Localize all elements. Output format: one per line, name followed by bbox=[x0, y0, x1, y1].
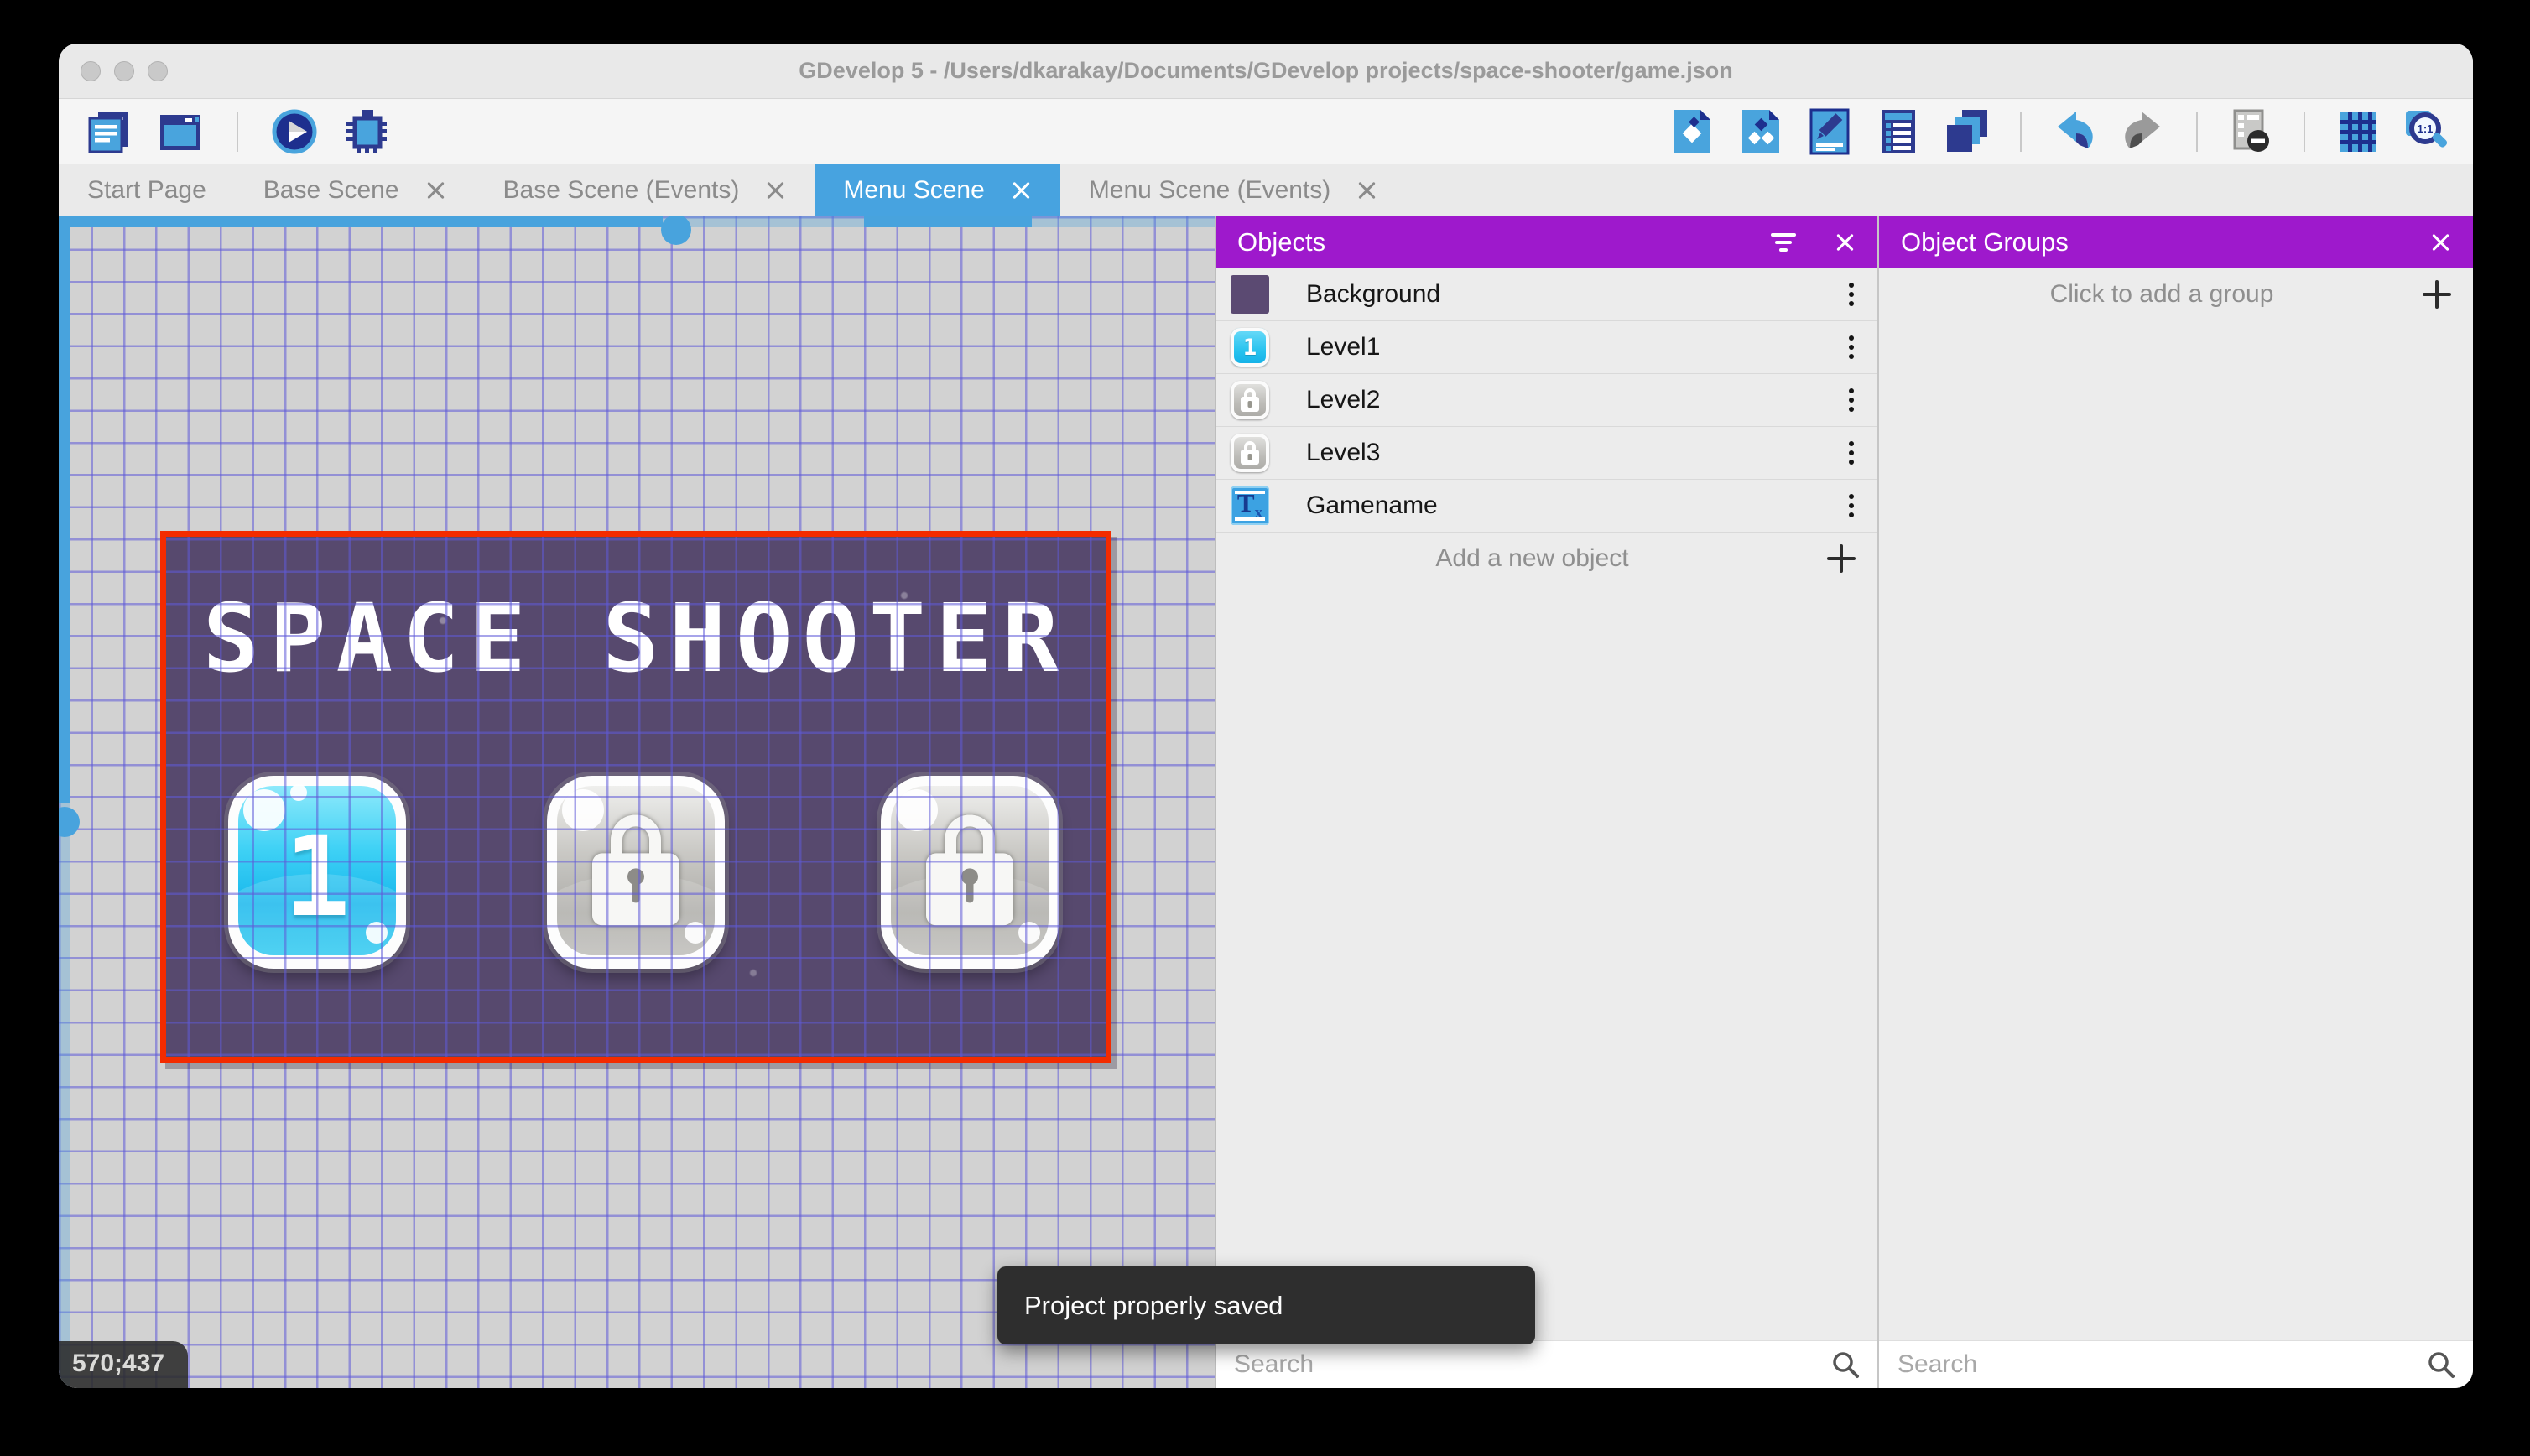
object-groups-panel-title: Object Groups bbox=[1901, 227, 2069, 257]
toolbar-separator bbox=[237, 111, 238, 152]
close-tab-icon[interactable] bbox=[1356, 179, 1377, 201]
app-window: GDevelop 5 - /Users/dkarakay/Documents/G… bbox=[59, 44, 2473, 1388]
objects-panel: Objects Background 1 Level1 Level2 Level… bbox=[1215, 216, 1877, 1388]
debug-icon[interactable] bbox=[342, 107, 391, 156]
redo-icon[interactable] bbox=[2119, 107, 2168, 156]
object-menu-icon[interactable] bbox=[1845, 438, 1857, 468]
object-groups-panel-header: Object Groups bbox=[1879, 216, 2473, 268]
add-group-row[interactable]: Click to add a group bbox=[1879, 268, 2473, 320]
vertical-scrollbar[interactable] bbox=[59, 216, 80, 1388]
undo-icon[interactable] bbox=[2050, 107, 2099, 156]
scene-canvas[interactable]: SPACE SHOOTER 1 570;437 bbox=[59, 216, 1215, 1388]
preview-window-icon[interactable] bbox=[156, 107, 205, 156]
horizontal-scrollbar-fill bbox=[59, 216, 663, 227]
svg-text:1:1: 1:1 bbox=[2418, 122, 2434, 135]
object-row-background[interactable]: Background bbox=[1216, 268, 1877, 321]
cursor-coordinates-badge: 570;437 bbox=[59, 1341, 189, 1388]
vertical-scrollbar-handle[interactable] bbox=[59, 807, 80, 837]
scene-window-border bbox=[160, 531, 1111, 1063]
object-groups-search-bar bbox=[1879, 1340, 2473, 1388]
toast-message: Project properly saved bbox=[1024, 1290, 1283, 1320]
layers-icon[interactable] bbox=[1943, 107, 1991, 156]
object-groups-search-input[interactable] bbox=[1896, 1349, 2426, 1380]
window-title: GDevelop 5 - /Users/dkarakay/Documents/G… bbox=[799, 58, 1733, 83]
objects-panel-header: Objects bbox=[1216, 216, 1877, 268]
level3-object-icon bbox=[1231, 434, 1269, 472]
toolbar-right-group: 1:1 bbox=[1668, 107, 2451, 156]
object-menu-icon[interactable] bbox=[1845, 279, 1857, 309]
save-toast: Project properly saved bbox=[997, 1266, 1535, 1344]
search-icon bbox=[2428, 1352, 2455, 1378]
object-menu-icon[interactable] bbox=[1845, 385, 1857, 415]
search-icon bbox=[1833, 1352, 1859, 1378]
toolbar-separator bbox=[2304, 111, 2305, 152]
titlebar: GDevelop 5 - /Users/dkarakay/Documents/G… bbox=[59, 44, 2473, 99]
close-panel-icon[interactable] bbox=[2429, 231, 2451, 253]
toolbar-separator bbox=[2020, 111, 2022, 152]
add-object-plus-icon[interactable] bbox=[1827, 544, 1856, 573]
objects-list: Background 1 Level1 Level2 Level3 Tx Gam… bbox=[1216, 268, 1877, 585]
tab-menu-scene[interactable]: Menu Scene bbox=[815, 164, 1060, 216]
object-row-gamename[interactable]: Tx Gamename bbox=[1216, 480, 1877, 533]
objects-panel-title: Objects bbox=[1237, 227, 1326, 257]
object-row-level2[interactable]: Level2 bbox=[1216, 374, 1877, 427]
object-menu-icon[interactable] bbox=[1845, 491, 1857, 521]
vertical-scrollbar-fill bbox=[59, 216, 70, 803]
toolbar: 1:1 bbox=[59, 99, 2473, 164]
level2-object-icon bbox=[1231, 381, 1269, 419]
zoom-1-1-icon[interactable]: 1:1 bbox=[2402, 107, 2451, 156]
horizontal-scrollbar-handle[interactable] bbox=[661, 216, 691, 245]
tab-base-scene[interactable]: Base Scene bbox=[235, 164, 475, 216]
properties-icon[interactable] bbox=[1805, 107, 1854, 156]
window-mask-icon[interactable] bbox=[2226, 107, 2275, 156]
tab-start-page[interactable]: Start Page bbox=[59, 164, 235, 216]
grid-icon[interactable] bbox=[2334, 107, 2382, 156]
objects-editor-icon[interactable] bbox=[1668, 107, 1716, 156]
instances-list-icon[interactable] bbox=[1874, 107, 1923, 156]
close-tab-icon[interactable] bbox=[1010, 179, 1032, 201]
object-menu-icon[interactable] bbox=[1845, 332, 1857, 362]
project-manager-icon[interactable] bbox=[84, 107, 133, 156]
text-object-icon: Tx bbox=[1231, 486, 1269, 525]
objects-search-input[interactable] bbox=[1232, 1349, 1830, 1380]
add-new-object-row[interactable]: Add a new object bbox=[1216, 533, 1877, 585]
tab-bar: Start Page Base Scene Base Scene (Events… bbox=[59, 164, 2473, 216]
objects-search-bar bbox=[1216, 1340, 1877, 1388]
horizontal-scrollbar-thumb[interactable] bbox=[864, 216, 1032, 227]
toolbar-left-group bbox=[84, 107, 391, 156]
tab-menu-scene-events[interactable]: Menu Scene (Events) bbox=[1060, 164, 1406, 216]
close-tab-icon[interactable] bbox=[764, 179, 786, 201]
play-preview-icon[interactable] bbox=[270, 107, 319, 156]
content-area: SPACE SHOOTER 1 570;437 Objects Backgrou… bbox=[59, 216, 2473, 1388]
object-groups-panel: Object Groups Click to add a group bbox=[1877, 216, 2473, 1388]
add-group-plus-icon[interactable] bbox=[2423, 280, 2451, 309]
tab-base-scene-events[interactable]: Base Scene (Events) bbox=[475, 164, 815, 216]
object-row-level1[interactable]: 1 Level1 bbox=[1216, 321, 1877, 374]
toolbar-separator bbox=[2196, 111, 2198, 152]
object-row-level3[interactable]: Level3 bbox=[1216, 427, 1877, 480]
filter-icon[interactable] bbox=[1770, 233, 1797, 252]
object-groups-editor-icon[interactable] bbox=[1736, 107, 1785, 156]
background-object-icon bbox=[1231, 275, 1269, 314]
close-panel-icon[interactable] bbox=[1834, 231, 1856, 253]
close-tab-icon[interactable] bbox=[424, 179, 446, 201]
level1-object-icon: 1 bbox=[1231, 328, 1269, 367]
horizontal-scrollbar[interactable] bbox=[59, 216, 1215, 245]
